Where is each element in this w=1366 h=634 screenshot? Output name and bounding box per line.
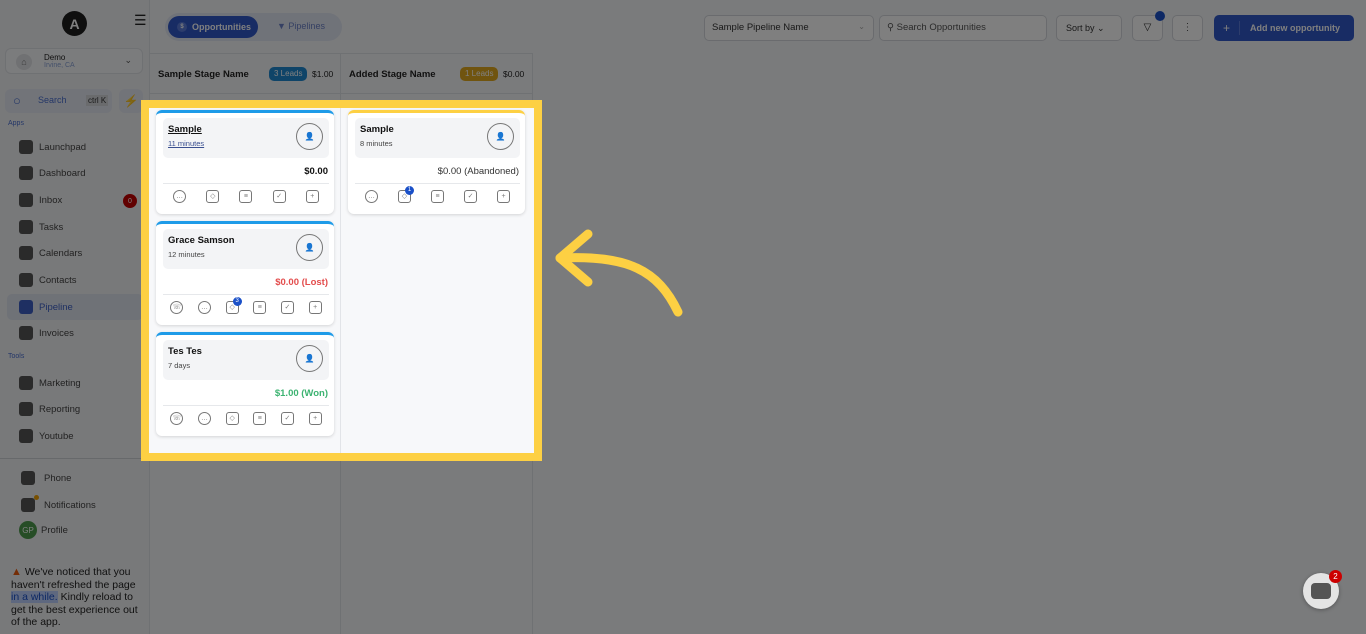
highlight-box: Sample 11 minutes 👤 $0.00 … ◇ ≡ ✓ + Grac… <box>141 100 542 461</box>
opportunity-card[interactable]: Sample 11 minutes 👤 $0.00 … ◇ ≡ ✓ + <box>156 110 334 214</box>
card-age: 7 days <box>168 361 191 370</box>
card-actions: … ◇ 1 ≡ ✓ + <box>355 186 520 203</box>
opportunity-card[interactable]: Sample 8 minutes 👤 $0.00 (Abandoned) … ◇… <box>348 110 525 214</box>
card-divider <box>163 294 329 295</box>
chat-icon[interactable]: … <box>365 190 378 203</box>
card-title[interactable]: Grace Samson <box>168 235 235 246</box>
column-divider <box>340 108 341 453</box>
card-actions: ☏ … ◇ ≡ ✓ + <box>163 412 329 425</box>
tag-count-badge: 1 <box>405 186 414 195</box>
appointment-icon[interactable]: + <box>308 412 322 425</box>
note-icon[interactable]: ≡ <box>253 412 267 425</box>
chat-icon[interactable]: … <box>197 412 211 425</box>
card-age: 12 minutes <box>168 250 205 259</box>
task-icon[interactable]: ✓ <box>280 301 294 314</box>
card-actions: … ◇ ≡ ✓ + <box>163 190 329 203</box>
card-header: Sample 8 minutes 👤 <box>355 118 520 158</box>
assign-user-icon[interactable]: 👤 <box>296 345 323 372</box>
curved-arrow-icon <box>555 229 683 317</box>
task-icon[interactable]: ✓ <box>464 190 477 203</box>
card-age: 11 minutes <box>168 139 205 148</box>
card-header: Grace Samson 12 minutes 👤 <box>163 229 329 269</box>
note-icon[interactable]: ≡ <box>431 190 444 203</box>
tag-icon[interactable]: ◇ <box>225 412 239 425</box>
appointment-icon[interactable]: + <box>308 301 322 314</box>
chat-widget-button[interactable]: 2 <box>1303 570 1342 609</box>
chat-bubble-icon <box>1311 583 1331 599</box>
call-icon[interactable]: ☏ <box>170 301 184 314</box>
card-divider <box>163 405 329 406</box>
card-value: $0.00 (Lost) <box>275 277 328 288</box>
card-value: $1.00 (Won) <box>274 388 328 399</box>
opportunity-card[interactable]: Tes Tes 7 days 👤 $1.00 (Won) ☏ … ◇ ≡ ✓ + <box>156 332 334 436</box>
card-value: $0.00 <box>304 166 328 177</box>
chat-count-badge: 2 <box>1329 570 1342 583</box>
card-age: 8 minutes <box>360 139 393 148</box>
card-header: Sample 11 minutes 👤 <box>163 118 329 158</box>
card-header: Tes Tes 7 days 👤 <box>163 340 329 380</box>
call-icon[interactable]: ☏ <box>170 412 184 425</box>
chat-icon[interactable]: … <box>197 301 211 314</box>
tag-icon[interactable]: ◇ <box>206 190 220 203</box>
card-title[interactable]: Tes Tes <box>168 346 202 357</box>
card-divider <box>163 183 329 184</box>
assign-user-icon[interactable]: 👤 <box>296 234 323 261</box>
card-actions: ☏ … ◇ 3 ≡ ✓ + <box>163 297 329 314</box>
tag-icon[interactable]: ◇ 3 <box>225 297 242 314</box>
note-icon[interactable]: ≡ <box>253 301 267 314</box>
assign-user-icon[interactable]: 👤 <box>296 123 323 150</box>
card-divider <box>355 183 520 184</box>
opportunity-card[interactable]: Grace Samson 12 minutes 👤 $0.00 (Lost) ☏… <box>156 221 334 325</box>
card-title[interactable]: Sample <box>360 124 394 135</box>
tag-icon[interactable]: ◇ 1 <box>398 186 414 203</box>
card-value: $0.00 (Abandoned) <box>437 166 519 177</box>
appointment-icon[interactable]: + <box>497 190 510 203</box>
tag-count-badge: 3 <box>232 297 242 306</box>
note-icon[interactable]: ≡ <box>239 190 253 203</box>
task-icon[interactable]: ✓ <box>272 190 286 203</box>
task-icon[interactable]: ✓ <box>280 412 294 425</box>
card-title[interactable]: Sample <box>168 124 202 135</box>
appointment-icon[interactable]: + <box>305 190 319 203</box>
assign-user-icon[interactable]: 👤 <box>487 123 514 150</box>
chat-icon[interactable]: … <box>173 190 187 203</box>
